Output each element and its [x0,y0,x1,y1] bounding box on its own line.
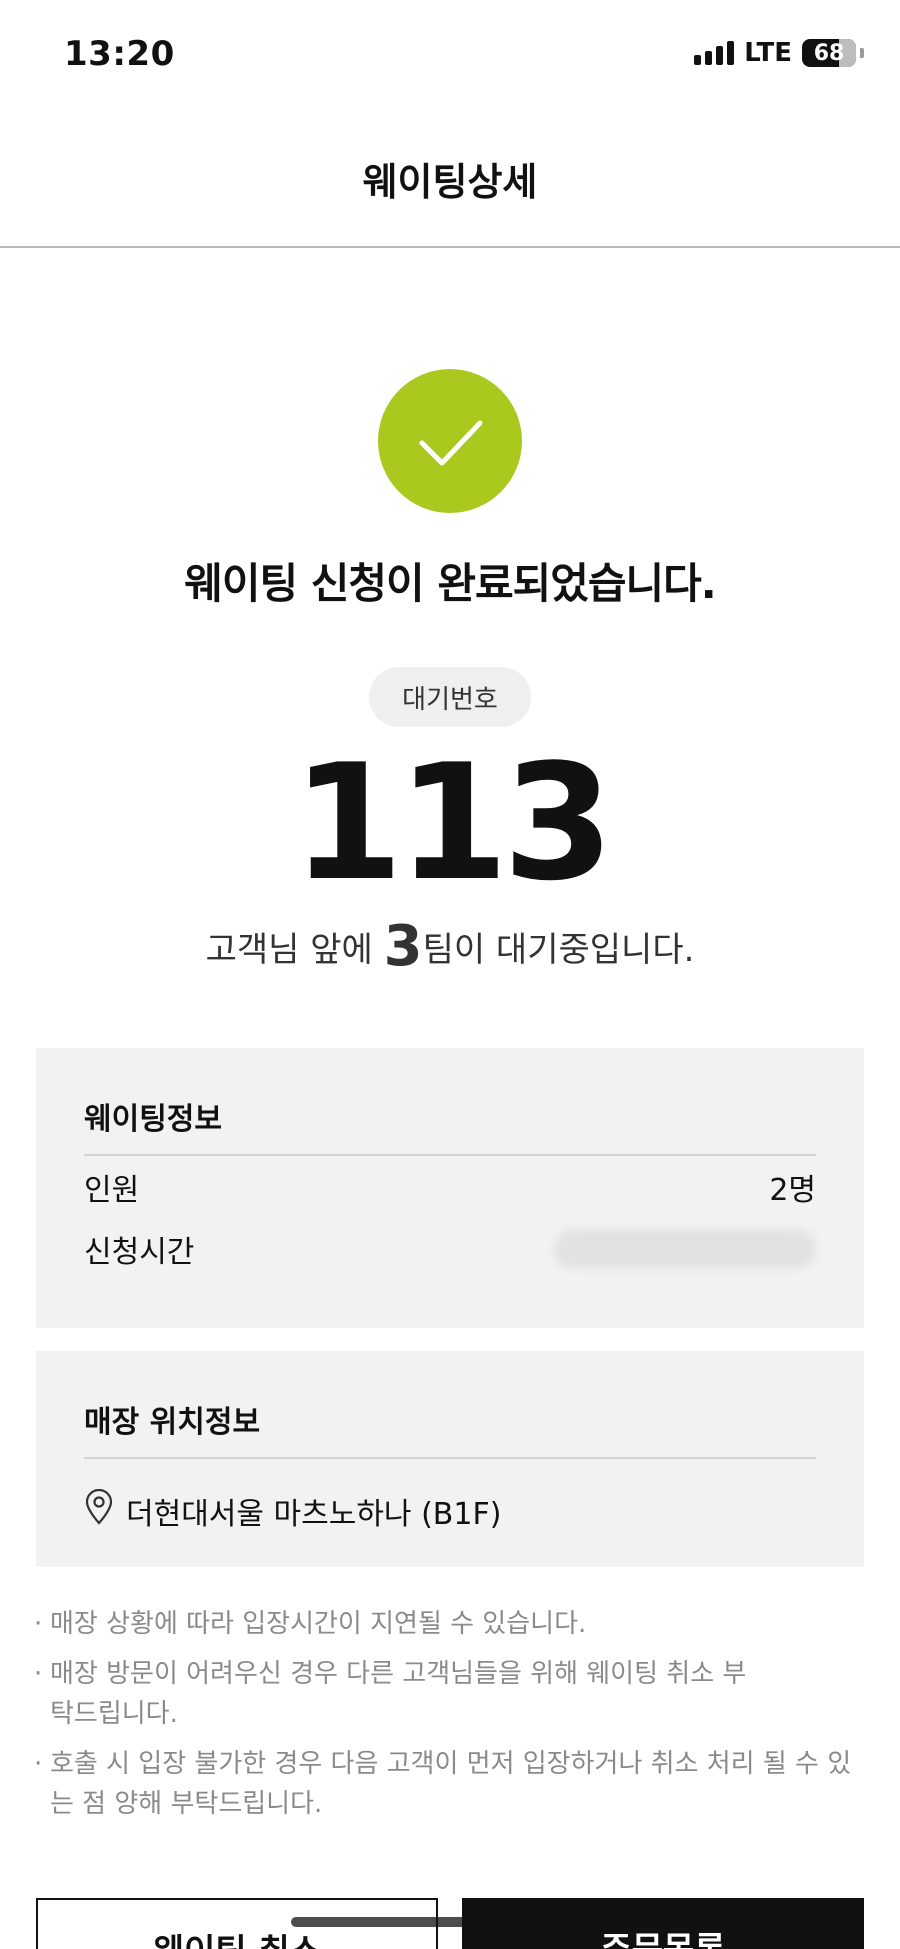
notice-item: 매장 상황에 따라 입장시간이 지연될 수 있습니다. [34,1604,874,1644]
page-header: 웨이팅상세 [0,110,900,248]
location-info-panel: 매장 위치정보 더현대서울 마츠노하나 (B1F) [36,1351,864,1567]
info-row-request-time: 신청시간 [84,1218,816,1280]
notice-item: 매장 방문이 어려우신 경우 다른 고객님들을 위해 웨이팅 취소 부탁드립니다… [34,1654,754,1734]
battery-icon: 68 [802,39,856,67]
network-label: LTE [744,38,792,68]
store-location: 더현대서울 마츠노하나 (B1F) [126,1497,502,1532]
map-pin-icon [84,1488,114,1533]
queue-prefix: 고객님 앞에 [205,930,384,970]
status-time: 13:20 [64,34,175,74]
page-title: 웨이팅상세 [362,159,538,204]
notice-item: 호출 시 입장 불가한 경우 다음 고객이 먼저 입장하거나 취소 처리 될 수… [34,1744,874,1824]
status-indicators: LTE 68 [694,38,864,68]
info-label: 신청시간 [84,1235,195,1270]
signal-icon [694,41,735,65]
wait-number-badge: 대기번호 [369,667,531,727]
wait-number: 113 [292,729,614,916]
battery-tip [860,48,864,58]
queue-status: 고객님 앞에 3팀이 대기중입니다. [0,914,900,979]
info-value: 2명 [769,1173,816,1208]
waiting-info-panel: 웨이팅정보 인원 2명 신청시간 [36,1048,864,1328]
status-bar: 13:20 LTE 68 [0,0,900,110]
check-circle-icon [378,369,522,513]
completion-message: 웨이팅 신청이 완료되었습니다. [184,559,717,608]
location-info-title: 매장 위치정보 [84,1351,816,1459]
waiting-info-title: 웨이팅정보 [84,1048,816,1156]
notice-list: 매장 상황에 따라 입장시간이 지연될 수 있습니다. 매장 방문이 어려우신 … [34,1604,874,1834]
battery-level: 68 [813,40,845,66]
queue-suffix: 팀이 대기중입니다. [422,930,695,970]
info-label: 인원 [84,1173,140,1208]
queue-count: 3 [383,914,423,979]
request-time-value-blurred [554,1229,816,1269]
home-indicator[interactable] [291,1917,609,1927]
info-row-party-size: 인원 2명 [84,1156,816,1218]
location-row: 더현대서울 마츠노하나 (B1F) [84,1488,816,1533]
